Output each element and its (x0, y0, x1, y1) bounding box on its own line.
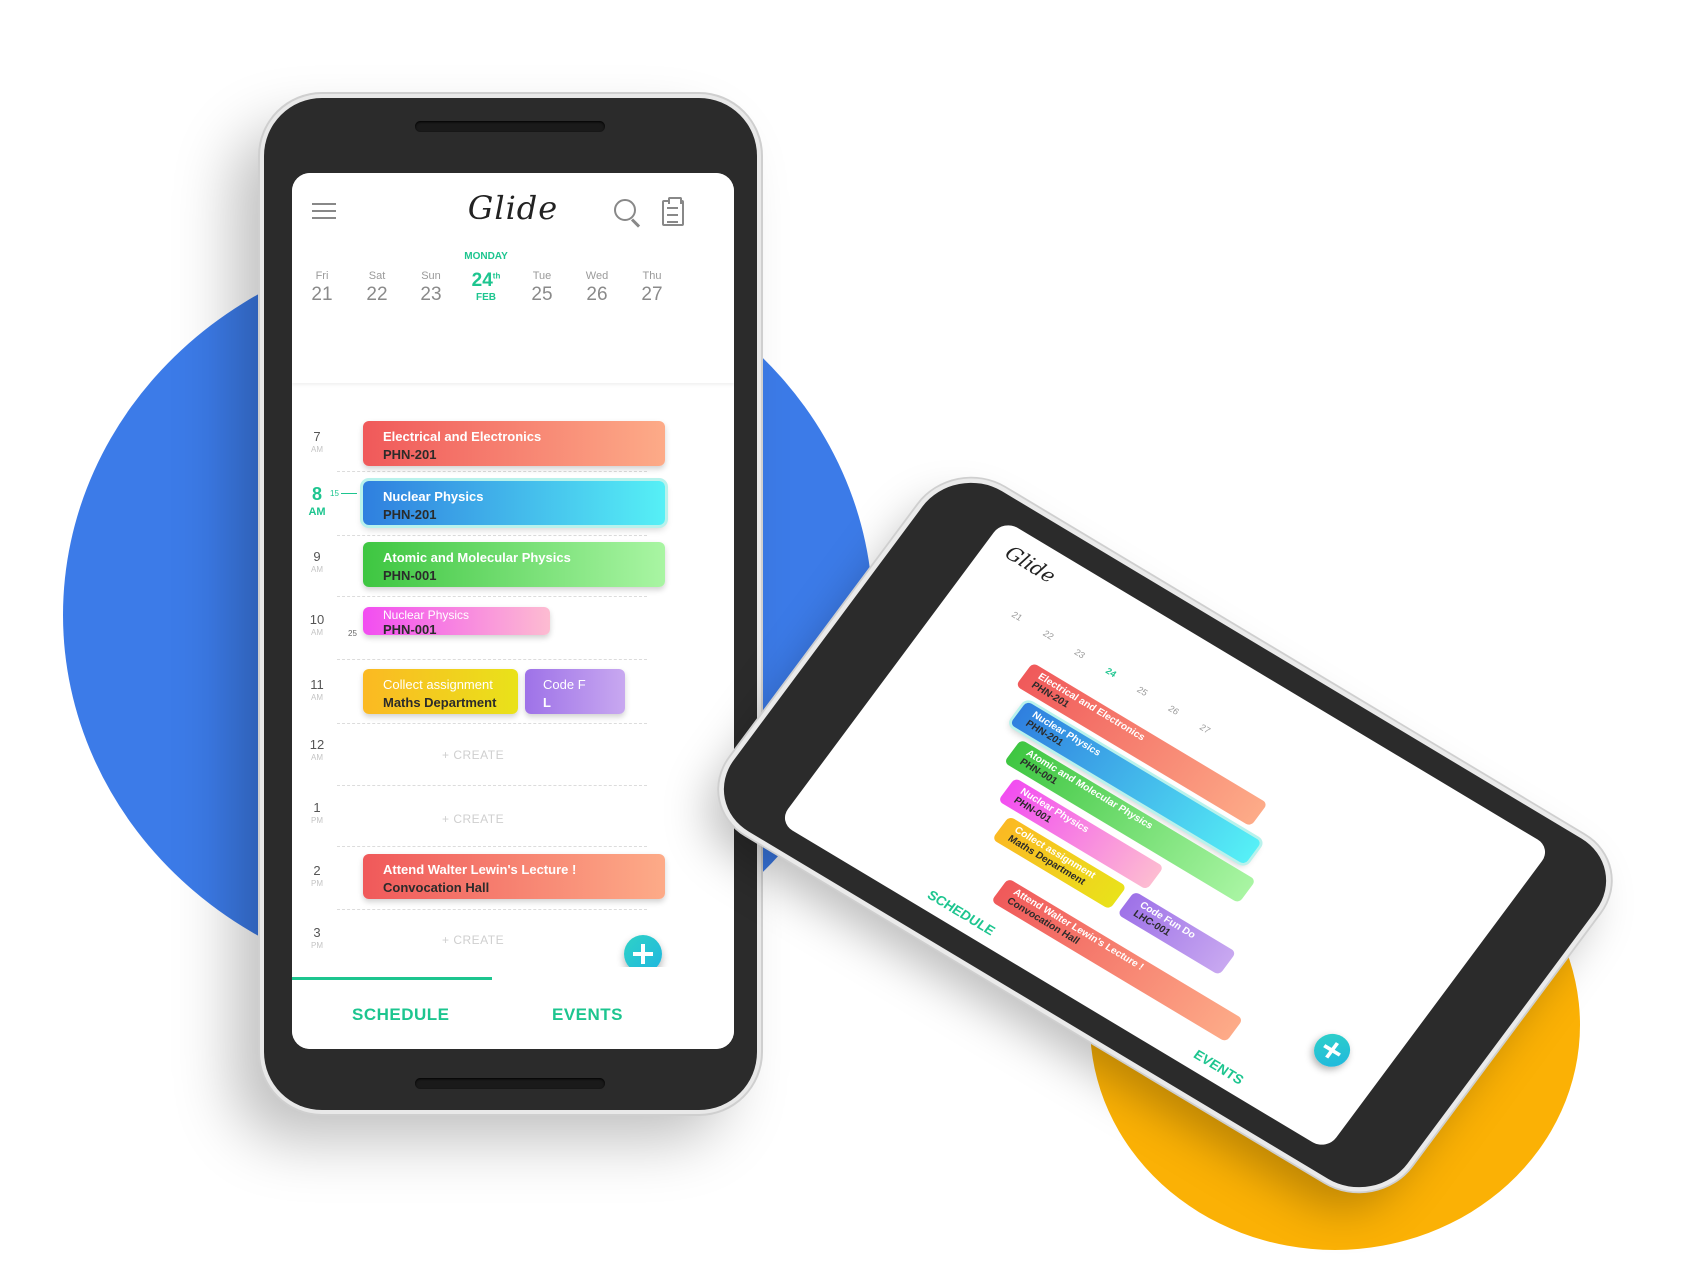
divider (337, 846, 647, 847)
divider (337, 659, 647, 660)
event-card[interactable]: Atomic and Molecular Physics PHN-001 (363, 542, 665, 587)
tab-schedule[interactable]: SCHEDULE (352, 1005, 450, 1025)
schedule-timeline[interactable]: 7 AM 8 AM 9 AM 10 AM 11 AM 12 AM 1 PM 2 PM 3 PM 1… (292, 383, 734, 973)
day-sat[interactable]: Sat 22 (349, 251, 405, 306)
divider (337, 596, 647, 597)
now-indicator: 15 (330, 489, 357, 498)
app-screen-tilted: Glide 21 22 23 24 25 26 27 Electrical an… (778, 519, 1552, 1151)
hour-label: 2 PM (311, 863, 323, 888)
hour-label: 11 AM (310, 677, 324, 702)
day-thu[interactable]: Thu 27 (624, 251, 680, 306)
hour-label-current: 8 AM (308, 484, 326, 518)
event-card[interactable]: Attend Walter Lewin's Lecture ! Convocati… (363, 854, 665, 899)
divider (337, 785, 647, 786)
create-slot[interactable]: + CREATE (442, 748, 504, 762)
day-name: Thu (642, 270, 662, 282)
speaker-bottom (415, 1078, 605, 1089)
day-name: Sat (368, 270, 386, 282)
hour-label: 10 AM (309, 612, 325, 637)
day-month: FEB (476, 292, 496, 303)
create-slot[interactable]: + CREATE (442, 933, 504, 947)
hour-label: 9 AM (311, 549, 323, 574)
search-icon[interactable] (614, 199, 636, 221)
divider (337, 909, 647, 910)
bottom-tabs: SCHEDULE EVENTS (292, 967, 734, 1049)
day-date: 27 (641, 284, 663, 305)
clipboard-icon[interactable] (662, 197, 684, 226)
day-monday-selected[interactable]: MONDAY 24th FEB (458, 251, 514, 311)
tab-indicator (292, 977, 492, 980)
event-card[interactable]: Code FL (525, 669, 625, 714)
day-name: Tue (532, 270, 552, 282)
day-date: 23 (420, 284, 442, 305)
divider (337, 471, 647, 472)
hour-label: 1 PM (311, 800, 323, 825)
day-date: 24th (471, 270, 501, 291)
divider (337, 723, 647, 724)
phone-front: Glide Fri 21 Sat 22 Sun 23 MONDAY 24th F… (264, 98, 757, 1110)
day-name: MONDAY (464, 251, 508, 262)
hour-label: 12 AM (309, 737, 325, 762)
day-sun[interactable]: Sun 23 (403, 251, 459, 306)
minute-marker: 25 (348, 629, 357, 638)
day-fri[interactable]: Fri 21 (294, 251, 350, 306)
tab-events[interactable]: EVENTS (552, 1005, 623, 1025)
app-title-tilted: Glide (1000, 542, 1060, 588)
day-date: 21 (311, 284, 333, 305)
day-name: Wed (585, 270, 609, 282)
hour-label: 7 AM (311, 429, 323, 454)
day-name: Sun (421, 270, 441, 282)
speaker-top (415, 121, 605, 132)
day-date: 26 (586, 284, 608, 305)
event-card[interactable]: Collect assignment Maths Department (363, 669, 518, 714)
app-screen: Glide Fri 21 Sat 22 Sun 23 MONDAY 24th F… (292, 173, 734, 1049)
divider (337, 535, 647, 536)
create-slot[interactable]: + CREATE (442, 812, 504, 826)
event-card[interactable]: Nuclear Physics PHN-001 (363, 607, 550, 637)
day-wed[interactable]: Wed 26 (569, 251, 625, 306)
day-date: 25 (531, 284, 553, 305)
app-header: Glide Fri 21 Sat 22 Sun 23 MONDAY 24th F… (292, 173, 734, 383)
day-date: 22 (366, 284, 388, 305)
event-card-current[interactable]: Nuclear Physics PHN-201 (363, 481, 665, 525)
day-name: Fri (315, 270, 329, 282)
day-tue[interactable]: Tue 25 (514, 251, 570, 306)
hour-label: 3 PM (311, 925, 323, 950)
week-strip: Fri 21 Sat 22 Sun 23 MONDAY 24th FEB Tue… (292, 251, 734, 311)
event-card[interactable]: Electrical and Electronics PHN-201 (363, 421, 665, 466)
